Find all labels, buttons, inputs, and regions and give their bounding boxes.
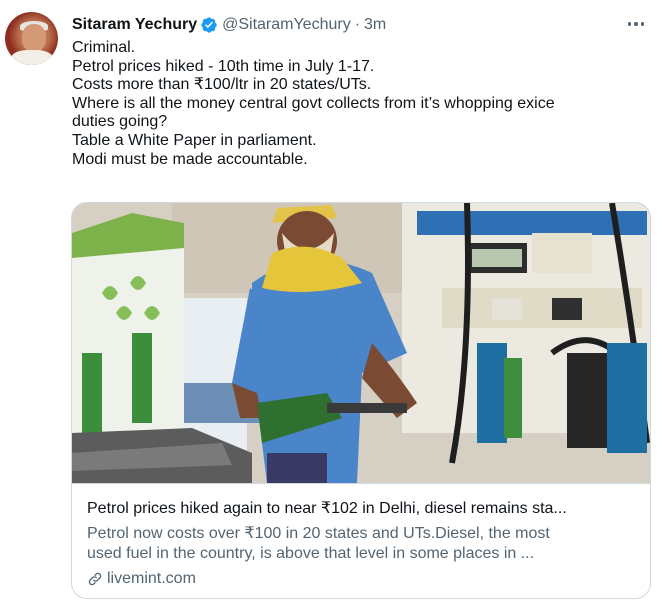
card-title[interactable]: Petrol prices hiked again to near ₹102 i… xyxy=(87,498,642,518)
tweet-line: Table a White Paper in parliament. xyxy=(72,131,317,149)
tweet-text: Criminal. Petrol prices hiked - 10th tim… xyxy=(72,39,652,169)
verified-badge-icon xyxy=(200,16,218,34)
header-separator: · xyxy=(354,16,361,33)
tweet-line: Criminal. xyxy=(72,39,136,56)
tweet-line: duties going? xyxy=(72,113,168,131)
card-description-line: used fuel in the country, is above that … xyxy=(87,545,535,562)
author-handle[interactable]: @SitaramYechury xyxy=(222,16,351,34)
card-description: Petrol now costs over ₹100 in 20 states … xyxy=(87,524,642,564)
avatar-shirt xyxy=(11,50,53,65)
link-preview-card[interactable]: Petrol prices hiked again to near ₹102 i… xyxy=(71,202,651,599)
avatar-face xyxy=(22,24,46,52)
more-dot xyxy=(627,22,632,26)
more-dot xyxy=(634,22,638,26)
tweet-timestamp[interactable]: 3m xyxy=(364,16,386,34)
more-dot xyxy=(640,22,645,26)
tweet[interactable]: Sitaram Yechury @SitaramYechury · 3m Cri… xyxy=(0,0,670,616)
tweet-line: Costs more than ₹100/ltr in 20 states/UT… xyxy=(72,76,372,94)
card-domain-text: livemint.com xyxy=(107,570,196,587)
link-icon xyxy=(87,571,103,587)
tweet-line: Where is all the money central govt coll… xyxy=(72,94,555,112)
card-description-line: Petrol now costs over ₹100 in 20 states … xyxy=(87,525,550,542)
tweet-header: Sitaram Yechury @SitaramYechury · 3m xyxy=(72,13,386,37)
author-name[interactable]: Sitaram Yechury xyxy=(72,16,197,34)
more-options-icon[interactable] xyxy=(624,14,648,34)
fuel-station-photo-icon xyxy=(72,203,650,483)
tweet-line: Petrol prices hiked - 10th time in July … xyxy=(72,57,375,75)
avatar[interactable] xyxy=(5,12,58,65)
card-image[interactable] xyxy=(72,203,650,483)
card-domain[interactable]: livemint.com xyxy=(87,570,196,588)
tweet-line: Modi must be made accountable. xyxy=(72,150,308,168)
card-text-block[interactable]: Petrol prices hiked again to near ₹102 i… xyxy=(72,483,650,598)
